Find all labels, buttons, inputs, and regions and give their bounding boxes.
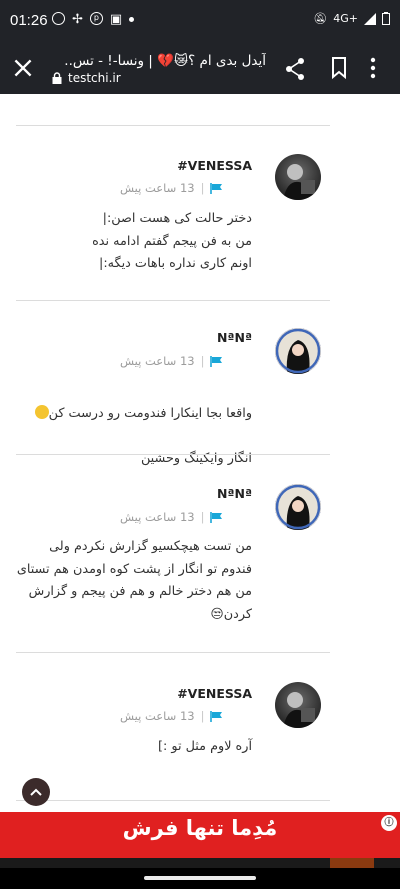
app-notification-icon [52,12,65,25]
url-bar[interactable]: testchi.ir [52,71,121,85]
status-bar: 01:26 ✢ p ▣ 🔕︎ 4G+ [0,0,400,44]
report-flag-icon[interactable] [210,511,223,523]
comment-meta: | 13 ساعت پیش [120,354,252,368]
bookmark-icon[interactable] [330,56,348,80]
comment-author[interactable]: NªNª [120,486,252,501]
avatar[interactable] [275,328,321,374]
browser-toolbar: آیدل بدی ام ؟😿💔 | ونسا-! - تس.. testchi.… [0,44,400,94]
divider [16,125,330,126]
comment-author[interactable]: #VENESSA [120,158,252,173]
comment-text: دختر حالت کی هست اصن:| من به فن پیجم گفت… [92,211,252,271]
comment-time: 13 ساعت پیش [120,709,195,723]
chevron-up-icon [30,788,42,796]
more-options-icon[interactable] [370,56,376,80]
home-gesture-handle[interactable] [144,876,256,880]
avatar-image [275,328,321,374]
system-icons: 🔕︎ 4G+ [313,12,390,25]
comment-meta: | 13 ساعت پیش [120,709,252,723]
avatar[interactable] [275,682,321,728]
lock-icon [52,72,62,84]
ad-text: مُدِما تنها فرش [122,816,278,840]
comment-text-line: واقعا بجا اینکارا فندومت رو درست کن [48,405,252,421]
report-flag-icon[interactable] [210,710,223,722]
divider [16,300,330,301]
comments-section: #VENESSA | 13 ساعت پیش دختر حالت کی هست … [0,94,400,812]
more-notifications-icon [129,17,135,22]
notification-icons: ✢ p ▣ [52,12,135,27]
scroll-to-top-button[interactable] [22,778,50,806]
close-icon[interactable] [10,55,36,81]
comment-meta: | 13 ساعت پیش [120,510,252,524]
neutral-face-icon [34,404,49,419]
meta-divider: | [200,181,205,195]
divider [16,652,330,653]
system-nav-bar [0,868,400,889]
comment-time: 13 ساعت پیش [120,510,195,524]
page-title: آیدل بدی ام ؟😿💔 | ونسا-! - تس.. [64,53,266,69]
ad-info-icon[interactable]: ⓘ [381,815,397,831]
meta-divider: | [200,510,205,524]
divider [16,800,330,801]
meta-divider: | [200,709,205,723]
report-flag-icon[interactable] [210,355,223,367]
ad-banner[interactable]: مُدِما تنها فرش ⓘ [0,812,400,868]
page-url: testchi.ir [68,71,121,85]
avatar[interactable] [275,154,321,200]
comment-text: آره لاوم مثل تو :] [158,739,252,754]
report-flag-icon[interactable] [210,182,223,194]
comment-author[interactable]: NªNª [120,330,252,345]
comment-time: 13 ساعت پیش [120,181,195,195]
comment-author[interactable]: #VENESSA [120,686,252,701]
avatar-image [275,484,321,530]
share-icon[interactable] [284,57,306,81]
mute-icon: 🔕︎ [313,12,328,25]
pinterest-icon: p [89,12,103,25]
comment-time: 13 ساعت پیش [120,354,195,368]
network-label: 4G+ [333,12,358,25]
comment-text: من تست هیچکسیو گزارش نکردم ولی فندوم تو … [16,539,252,622]
signal-icon [364,12,376,25]
store-icon: ▣ [109,12,123,27]
comment-meta: | 13 ساعت پیش [120,181,252,195]
meta-divider: | [200,354,205,368]
fan-icon: ✢ [72,12,83,27]
avatar-image [283,692,315,728]
comment-text-line: انگار وایکینگ وحشین [140,450,252,466]
avatar[interactable] [275,484,321,530]
status-time: 01:26 [10,12,48,29]
avatar-image [283,164,315,200]
divider [16,454,330,455]
ad-image-strip [330,858,374,868]
comment-text: واقعا بجا اینکارا فندومت رو درست کن انگا… [14,380,252,493]
battery-icon [382,12,390,25]
